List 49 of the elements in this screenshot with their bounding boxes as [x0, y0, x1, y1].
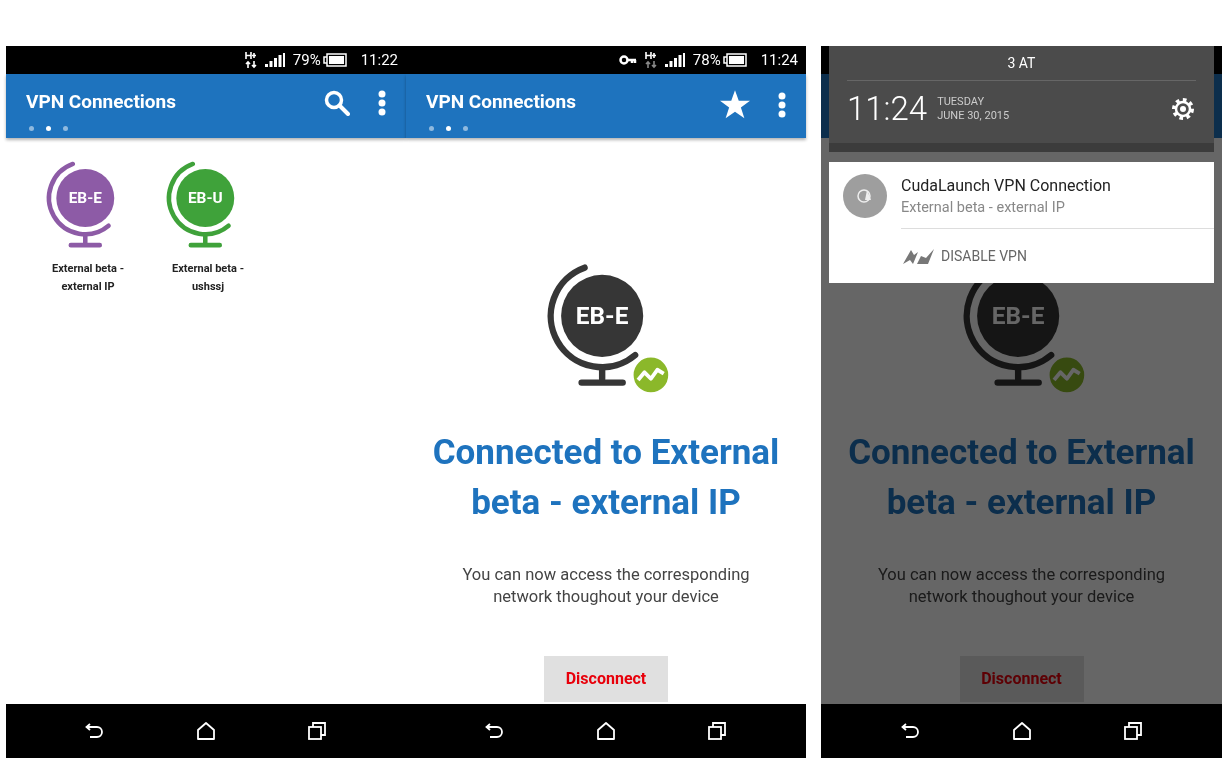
more-menu-icon[interactable]	[778, 91, 786, 118]
mobile-data-icon	[644, 51, 657, 69]
back-icon[interactable]	[900, 722, 921, 740]
connection-heading: Connected to External beta - external IP	[431, 431, 781, 525]
home-icon[interactable]	[596, 722, 616, 740]
connection-label[interactable]: External beta - ushssj	[158, 260, 258, 296]
connection-heading: Connected to External beta - external IP	[847, 431, 1196, 525]
search-icon[interactable]	[324, 90, 350, 116]
back-icon[interactable]	[85, 722, 106, 740]
settings-icon[interactable]	[1170, 95, 1196, 122]
globe-icon[interactable]	[166, 161, 235, 248]
recent-apps-icon[interactable]	[706, 722, 727, 740]
recent-apps-icon[interactable]	[306, 722, 327, 740]
battery-icon	[322, 53, 347, 67]
app-title: VPN Connections	[26, 89, 177, 115]
globe-initials: EB-U	[187, 189, 223, 208]
globe-icon	[547, 264, 644, 386]
signal-icon	[664, 53, 685, 67]
recent-apps-icon[interactable]	[1122, 722, 1143, 740]
battery-percent: 79%	[292, 49, 321, 71]
battery-icon	[722, 53, 747, 67]
back-icon[interactable]	[485, 722, 506, 740]
star-icon[interactable]	[720, 90, 750, 119]
notification-text: External beta - external IP	[901, 198, 1066, 218]
more-menu-icon[interactable]	[378, 90, 386, 116]
status-time: 11:22	[360, 49, 398, 71]
connection-message: You can now access the corresponding network thoughout your device	[461, 564, 751, 608]
globe-icon[interactable]	[46, 161, 115, 248]
signal-icon	[264, 53, 285, 67]
shade-clock: 11:24	[847, 87, 928, 130]
shade-day: TUESDAY	[937, 94, 1170, 109]
connection-message: You can now access the corresponding network thoughout your device	[876, 564, 1167, 608]
mobile-data-icon	[244, 51, 257, 69]
notification-title: CudaLaunch VPN Connection	[901, 175, 1112, 197]
app-title: VPN Connections	[426, 89, 577, 115]
notification-card[interactable]: CudaLaunch VPN Connection External beta - external IP DISABLE VPN	[829, 162, 1214, 283]
carrier-name: 3 AT	[1007, 53, 1036, 73]
home-icon[interactable]	[1011, 722, 1032, 740]
globe-initials: EB-E	[68, 189, 102, 208]
battery-percent: 78%	[692, 49, 721, 71]
globe-initials: EB-E	[575, 301, 629, 331]
app-icon	[843, 174, 887, 218]
shade-date: JUNE 30, 2015	[937, 108, 1011, 123]
disconnect-button[interactable]: Disconnect	[544, 656, 668, 702]
home-icon[interactable]	[196, 722, 216, 740]
globe-initials: EB-E	[991, 301, 1044, 331]
disable-vpn-button[interactable]: DISABLE VPN	[901, 229, 1214, 283]
connection-label[interactable]: External beta - external IP	[38, 260, 138, 296]
status-time: 11:24	[760, 49, 798, 71]
